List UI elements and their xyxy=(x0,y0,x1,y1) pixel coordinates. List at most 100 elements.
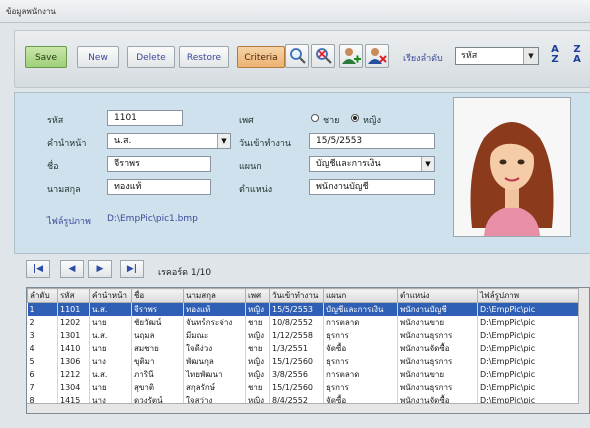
column-header[interactable]: ไฟล์รูปภาพ xyxy=(477,288,580,303)
table-cell: ธุรการ xyxy=(323,355,398,368)
column-header[interactable]: รหัส xyxy=(57,288,90,303)
table-cell: ชาย xyxy=(245,342,270,355)
table-cell: พนักงานขาย xyxy=(397,316,478,329)
column-header[interactable]: แผนก xyxy=(323,288,398,303)
table-cell: 1212 xyxy=(57,368,90,381)
sort-select-value: รหัส xyxy=(461,51,478,61)
column-header[interactable]: นามสกุล xyxy=(183,288,246,303)
search-icon xyxy=(290,48,306,64)
column-header[interactable]: ลำดับ xyxy=(27,288,58,303)
remove-user-icon xyxy=(368,48,387,64)
window-title: ข้อมูลพนักงาน xyxy=(6,7,56,16)
table-cell: 1101 xyxy=(57,302,90,316)
criteria-button[interactable]: Criteria xyxy=(237,46,285,68)
add-user-button[interactable] xyxy=(339,44,363,68)
column-header[interactable]: ชื่อ xyxy=(131,288,184,303)
chevron-down-icon: ▼ xyxy=(523,48,538,64)
table-row[interactable]: 4 1410 นาย สมชาย ใจดีง่วง ชาย 1/3/2551 จัดซื้อพ… xyxy=(27,342,580,355)
table-row[interactable]: 1 1101 น.ส. จีราพร ทองแท้ หญิง 15/5/2553 บัญชีแ… xyxy=(27,302,580,316)
delete-button[interactable]: Delete xyxy=(127,46,175,68)
gender-label: เพศ xyxy=(239,116,254,126)
name-field[interactable]: จีราพร xyxy=(107,156,211,172)
id-label: รหัส xyxy=(47,116,64,126)
table-cell: สุขาติ xyxy=(131,381,184,394)
first-icon: |◀ xyxy=(32,264,44,274)
next-icon: ▶ xyxy=(96,264,104,274)
table-cell: 6 xyxy=(27,368,58,381)
add-user-icon xyxy=(342,48,361,64)
clear-search-button[interactable] xyxy=(311,44,335,68)
table-cell: นาย xyxy=(89,381,132,394)
vertical-scrollbar[interactable] xyxy=(578,288,589,413)
column-header[interactable]: คำนำหน้า xyxy=(89,288,132,303)
gender-female-radio[interactable] xyxy=(351,114,359,122)
table-cell: น.ส. xyxy=(89,302,132,316)
title-bar: ข้อมูลพนักงาน xyxy=(0,0,590,23)
table-cell: บัญชีและการเงิน xyxy=(323,302,398,316)
position-label: ตำแหน่ง xyxy=(239,185,273,195)
table-cell: 5 xyxy=(27,355,58,368)
table-cell: ชาย xyxy=(245,316,270,329)
table-cell: หญิง xyxy=(245,302,270,316)
table-cell: 15/5/2553 xyxy=(269,302,324,316)
table-row[interactable]: 2 1202 นาย ชัยวัฒน์ จันทร์กระจ่าง ชาย 10/8/255… xyxy=(27,316,580,329)
table-row[interactable]: 6 1212 น.ส. ภารินี ไทยพัฒนา หญิง 3/8/2556 การตล… xyxy=(27,368,580,381)
table-cell: พนักงานขาย xyxy=(397,368,478,381)
prefix-value: น.ส. xyxy=(114,136,132,146)
remove-user-button[interactable] xyxy=(365,44,389,68)
surname-label: นามสกุล xyxy=(47,185,81,195)
restore-button[interactable]: Restore xyxy=(179,46,229,68)
department-select[interactable]: บัญชีและการเงิน ▼ xyxy=(309,156,435,172)
position-field[interactable]: พนักงานบัญชี xyxy=(309,179,435,195)
horizontal-scrollbar[interactable] xyxy=(27,403,579,413)
table-cell: พัฒนกุล xyxy=(183,355,246,368)
column-header[interactable]: ตำแหน่ง xyxy=(397,288,478,303)
table-cell: น.ส. xyxy=(89,368,132,381)
employee-window: ข้อมูลพนักงาน Save New Delete Restore Cr… xyxy=(0,0,590,428)
gender-male-radio[interactable] xyxy=(311,114,319,122)
table-cell: 3 xyxy=(27,329,58,342)
table-row[interactable]: 5 1306 นาง ขุติมา พัฒนกุล หญิง 15/1/2560 ธุรการ… xyxy=(27,355,580,368)
sort-descending-button[interactable]: ZA xyxy=(567,45,587,67)
sort-select[interactable]: รหัส ▼ xyxy=(455,47,539,65)
first-record-button[interactable]: |◀ xyxy=(26,260,50,278)
save-button[interactable]: Save xyxy=(25,46,67,68)
previous-record-button[interactable]: ◀ xyxy=(60,260,84,278)
column-header[interactable]: เพศ xyxy=(245,288,270,303)
table-cell: ภารินี xyxy=(131,368,184,381)
table-cell: 1306 xyxy=(57,355,90,368)
next-record-button[interactable]: ▶ xyxy=(88,260,112,278)
toolbar: Save New Delete Restore Criteria เรียงลำ… xyxy=(14,30,590,88)
name-label: ชื่อ xyxy=(47,162,59,172)
table-row[interactable]: 7 1304 นาย สุขาติ สกุลรักษ์ ชาย 15/1/2560 ธุรกา… xyxy=(27,381,580,394)
table-cell: 1301 xyxy=(57,329,90,342)
table-cell: ใจดีง่วง xyxy=(183,342,246,355)
table-cell: D:\EmpPic\pic xyxy=(477,302,580,316)
table-cell: การตลาด xyxy=(323,316,398,329)
table-cell: 1 xyxy=(27,302,58,316)
id-field[interactable]: 1101 xyxy=(107,110,183,126)
employee-table[interactable]: ลำดับ รหัส คำนำหน้า ชื่อ นามสกุล เพศ วันเข้าทำ… xyxy=(26,287,590,414)
table-cell: ธุรการ xyxy=(323,381,398,394)
sort-ascending-button[interactable]: AZ xyxy=(545,45,565,67)
table-cell: D:\EmpPic\pic xyxy=(477,342,580,355)
table-cell: จันทร์กระจ่าง xyxy=(183,316,246,329)
table-cell: 3/8/2556 xyxy=(269,368,324,381)
column-header[interactable]: วันเข้าทำงาน xyxy=(269,288,324,303)
table-body: 1 1101 น.ส. จีราพร ทองแท้ หญิง 15/5/2553 บัญชีแ… xyxy=(27,302,580,407)
new-button[interactable]: New xyxy=(77,46,119,68)
search-button[interactable] xyxy=(285,44,309,68)
last-record-button[interactable]: ▶| xyxy=(120,260,144,278)
surname-field[interactable]: ทองแท้ xyxy=(107,179,211,195)
table-cell: พนักงานธุรการ xyxy=(397,381,478,394)
table-row[interactable]: 3 1301 น.ส. นฤมล มีมณะ หญิง 1/12/2558 ธุรการ พนั… xyxy=(27,329,580,342)
table-cell: พนักงานจัดซื้อ xyxy=(397,342,478,355)
table-cell: น.ส. xyxy=(89,329,132,342)
table-cell: 10/8/2552 xyxy=(269,316,324,329)
prefix-select[interactable]: น.ส. ▼ xyxy=(107,133,231,149)
start-date-field[interactable]: 15/5/2553 xyxy=(309,133,435,149)
table-cell: D:\EmpPic\pic xyxy=(477,316,580,329)
table-cell: หญิง xyxy=(245,329,270,342)
table-cell: สมชาย xyxy=(131,342,184,355)
table-cell: ชาย xyxy=(245,381,270,394)
